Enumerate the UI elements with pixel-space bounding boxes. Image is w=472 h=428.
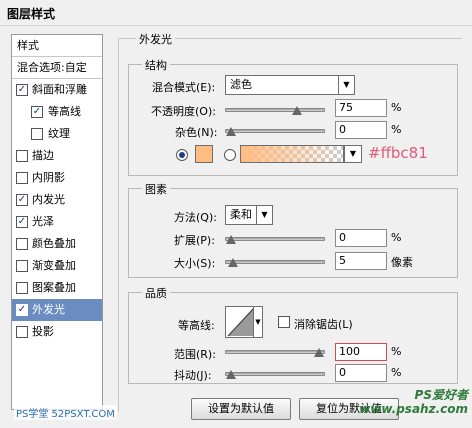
style-item[interactable]: ✓ 等高线 xyxy=(12,101,102,123)
spread-slider-thumb[interactable] xyxy=(226,235,236,244)
style-item[interactable]: ✓ 光泽 xyxy=(12,211,102,233)
style-item[interactable]: 纹理 xyxy=(12,123,102,145)
style-item-label: 内阴影 xyxy=(32,171,65,184)
style-item-checkbox[interactable]: ✓ xyxy=(31,106,43,118)
technique-select[interactable]: 柔和 ▼ xyxy=(225,205,273,225)
range-percent: % xyxy=(391,345,402,358)
contour-curve-icon xyxy=(227,307,255,337)
size-unit: 像素 xyxy=(391,256,413,269)
glow-color-swatch[interactable] xyxy=(195,145,213,163)
blend-mode-value: 滤色 xyxy=(230,78,252,91)
opacity-label: 不透明度(O): xyxy=(151,105,216,118)
style-item[interactable]: 描边 xyxy=(12,145,102,167)
style-item-checkbox[interactable] xyxy=(16,326,28,338)
style-item[interactable]: 投影 xyxy=(12,321,102,343)
opacity-slider-thumb[interactable] xyxy=(292,106,302,115)
blend-options-item[interactable]: 混合选项:自定 xyxy=(12,57,102,79)
contour-label: 等高线: xyxy=(178,319,215,332)
style-item-label: 图案叠加 xyxy=(32,281,76,294)
quality-title: 品质 xyxy=(142,285,170,301)
range-label: 范围(R): xyxy=(174,348,216,361)
styles-list: 样式 混合选项:自定 ✓ 斜面和浮雕 ✓ 等高线纹理描边内阴影 ✓ 内发光 ✓ 光泽颜色叠加渐… xyxy=(11,34,103,410)
dialog-title: 图层样式 xyxy=(7,7,56,21)
style-item-label: 投影 xyxy=(32,325,54,338)
gradient-picker-button[interactable]: ▼ xyxy=(344,145,362,163)
gradient-swatch[interactable] xyxy=(240,145,344,163)
style-item-checkbox[interactable] xyxy=(16,238,28,250)
set-default-button[interactable]: 设置为默认值 xyxy=(191,398,291,420)
antialias-label: 消除锯齿(L) xyxy=(294,318,353,331)
noise-slider[interactable] xyxy=(225,127,325,136)
style-item-label: 描边 xyxy=(32,149,54,162)
spread-label: 扩展(P): xyxy=(174,234,215,247)
style-item-label: 颜色叠加 xyxy=(32,237,76,250)
noise-slider-thumb[interactable] xyxy=(226,127,236,136)
structure-title: 结构 xyxy=(142,57,170,73)
style-item-label: 外发光 xyxy=(32,303,65,316)
style-item-label: 渐变叠加 xyxy=(32,259,76,272)
chevron-down-icon: ▼ xyxy=(253,307,262,337)
styles-header[interactable]: 样式 xyxy=(12,35,102,57)
style-item[interactable]: ✓ 内发光 xyxy=(12,189,102,211)
size-slider-thumb[interactable] xyxy=(228,258,238,267)
antialias-checkbox[interactable] xyxy=(278,316,290,328)
opacity-percent: % xyxy=(391,101,402,114)
style-item[interactable]: 颜色叠加 xyxy=(12,233,102,255)
style-item-checkbox[interactable]: ✓ xyxy=(16,84,28,96)
style-item-label: 等高线 xyxy=(48,105,81,118)
style-item-checkbox[interactable] xyxy=(16,150,28,162)
chevron-down-icon: ▼ xyxy=(256,206,272,224)
jitter-slider-thumb[interactable] xyxy=(226,370,236,379)
range-slider-thumb[interactable] xyxy=(314,348,324,357)
style-item-label: 内发光 xyxy=(32,193,65,206)
style-item-checkbox[interactable]: ✓ xyxy=(16,216,28,228)
watermark-bottom-right: PS爱好者 www.psahz.com xyxy=(359,388,468,416)
chevron-down-icon: ▼ xyxy=(338,76,354,94)
style-item[interactable]: 内阴影 xyxy=(12,167,102,189)
size-input[interactable]: 5 xyxy=(335,252,387,270)
solid-color-radio[interactable] xyxy=(176,149,188,161)
style-item-label: 纹理 xyxy=(48,127,70,140)
dialog-titlebar: 图层样式 xyxy=(0,0,472,26)
noise-label: 杂色(N): xyxy=(175,126,218,139)
contour-picker[interactable]: ▼ xyxy=(225,306,263,338)
range-input[interactable]: 100 xyxy=(335,343,387,361)
opacity-slider[interactable] xyxy=(225,106,325,115)
gradient-radio[interactable] xyxy=(224,149,236,161)
jitter-input[interactable]: 0 xyxy=(335,364,387,382)
style-item[interactable]: ✓ 外发光 xyxy=(12,299,102,321)
spread-percent: % xyxy=(391,231,402,244)
outer-glow-title: 外发光 xyxy=(136,31,175,47)
style-item-label: 斜面和浮雕 xyxy=(32,83,87,96)
spread-input[interactable]: 0 xyxy=(335,229,387,247)
style-item[interactable]: ✓ 斜面和浮雕 xyxy=(12,79,102,101)
style-item-checkbox[interactable]: ✓ xyxy=(16,194,28,206)
noise-input[interactable]: 0 xyxy=(335,121,387,139)
jitter-label: 抖动(J): xyxy=(174,369,212,382)
style-item-checkbox[interactable] xyxy=(16,282,28,294)
style-item-checkbox[interactable] xyxy=(31,128,43,140)
style-item[interactable]: 渐变叠加 xyxy=(12,255,102,277)
watermark-bottom-left: PS学堂 52PSXT.COM xyxy=(14,405,117,420)
spread-slider[interactable] xyxy=(225,235,325,244)
blend-mode-label: 混合模式(E): xyxy=(152,81,216,94)
technique-value: 柔和 xyxy=(230,208,252,221)
style-item-checkbox[interactable]: ✓ xyxy=(16,304,28,316)
size-label: 大小(S): xyxy=(174,257,216,270)
size-slider[interactable] xyxy=(225,258,325,267)
elements-title: 图素 xyxy=(142,181,170,197)
opacity-input[interactable]: 75 xyxy=(335,99,387,117)
chevron-down-icon: ▼ xyxy=(349,149,357,158)
color-annotation: #ffbc81 xyxy=(368,144,428,162)
style-item[interactable]: 图案叠加 xyxy=(12,277,102,299)
style-item-checkbox[interactable] xyxy=(16,172,28,184)
style-item-label: 光泽 xyxy=(32,215,54,228)
style-item-checkbox[interactable] xyxy=(16,260,28,272)
jitter-percent: % xyxy=(391,366,402,379)
noise-percent: % xyxy=(391,123,402,136)
technique-label: 方法(Q): xyxy=(174,211,217,224)
jitter-slider[interactable] xyxy=(225,370,325,379)
range-slider[interactable] xyxy=(225,348,325,357)
blend-mode-select[interactable]: 滤色 ▼ xyxy=(225,75,355,95)
